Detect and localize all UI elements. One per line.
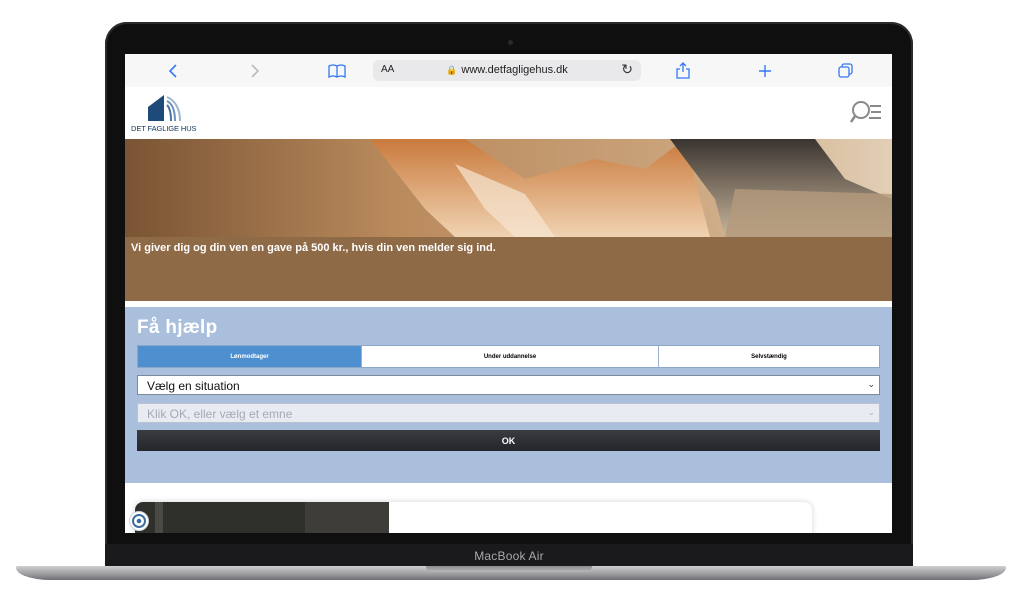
topic-select[interactable]: Klik OK, eller vælg et emne ⌄	[137, 403, 880, 423]
help-panel: Få hjælp Lønmodtager Under uddannelse Se…	[125, 307, 892, 483]
hero-banner[interactable]: Vi giver dig og din ven en gave på 500 k…	[125, 139, 892, 301]
new-tab-icon[interactable]	[753, 54, 777, 87]
hero-caption: Vi giver dig og din ven en gave på 500 k…	[131, 242, 496, 254]
address-bar[interactable]: AA 🔒 www.detfagligehus.dk ↻	[373, 60, 641, 81]
situation-select-value: Vælg en situation	[147, 379, 240, 393]
laptop-notch	[426, 566, 592, 572]
situation-select[interactable]: Vælg en situation ⌄	[137, 375, 880, 395]
search-icon[interactable]	[850, 99, 882, 125]
dogs-photo	[125, 139, 892, 237]
site-header: DET FAGLIGE HUS	[125, 87, 892, 139]
topic-select-value: Klik OK, eller vælg et emne	[147, 407, 293, 421]
card-photo	[135, 502, 389, 533]
url-text: www.detfagligehus.dk	[461, 64, 568, 76]
back-icon[interactable]	[161, 54, 185, 87]
tab-selvstaendig[interactable]: Selvstændig	[658, 346, 879, 367]
browser-toolbar: AA 🔒 www.detfagligehus.dk ↻	[125, 54, 892, 88]
camera-icon	[508, 40, 513, 45]
share-icon[interactable]	[671, 54, 695, 87]
lock-icon: 🔒	[446, 65, 458, 75]
screen: AA 🔒 www.detfagligehus.dk ↻ DET FAGLIGE H…	[125, 54, 892, 533]
bookmarks-icon[interactable]	[325, 54, 349, 87]
logo-text: DET FAGLIGE HUS	[131, 124, 197, 133]
device-label: MacBook Air	[474, 549, 544, 563]
help-tabs: Lønmodtager Under uddannelse Selvstændig	[137, 345, 880, 368]
forward-icon[interactable]	[243, 54, 267, 87]
laptop-chin: MacBook Air	[105, 544, 913, 568]
chat-icon[interactable]	[129, 511, 149, 531]
content-card[interactable]	[135, 502, 812, 533]
tabs-icon[interactable]	[833, 54, 857, 87]
ok-button[interactable]: OK	[137, 430, 880, 451]
tab-lonmodtager[interactable]: Lønmodtager	[138, 346, 361, 367]
help-title: Få hjælp	[137, 317, 218, 338]
logo[interactable]: DET FAGLIGE HUS	[131, 93, 211, 137]
chevron-down-icon: ⌄	[867, 407, 875, 417]
logo-icon	[148, 95, 181, 122]
chevron-down-icon: ⌄	[867, 379, 875, 389]
reload-icon[interactable]: ↻	[621, 61, 633, 78]
tab-under-uddannelse[interactable]: Under uddannelse	[361, 346, 658, 367]
